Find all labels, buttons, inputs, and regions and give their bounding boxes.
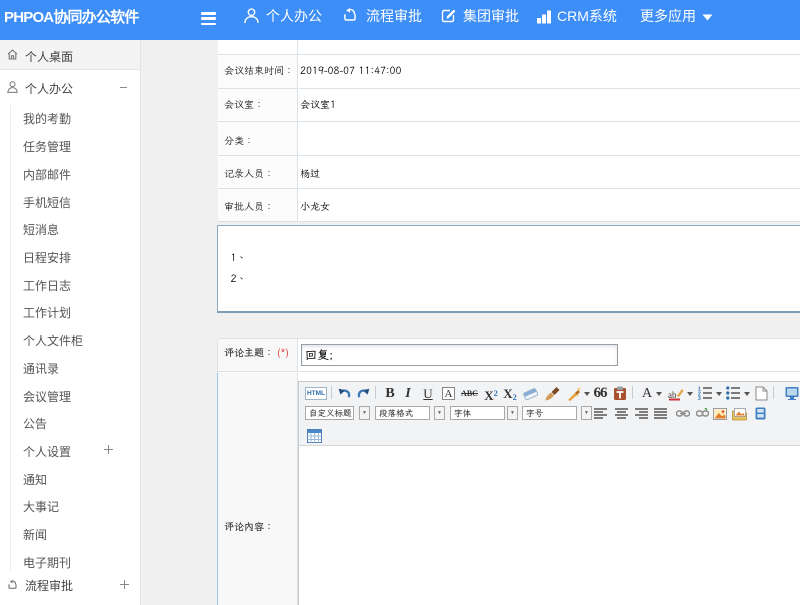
svg-text:3: 3 (698, 396, 701, 400)
